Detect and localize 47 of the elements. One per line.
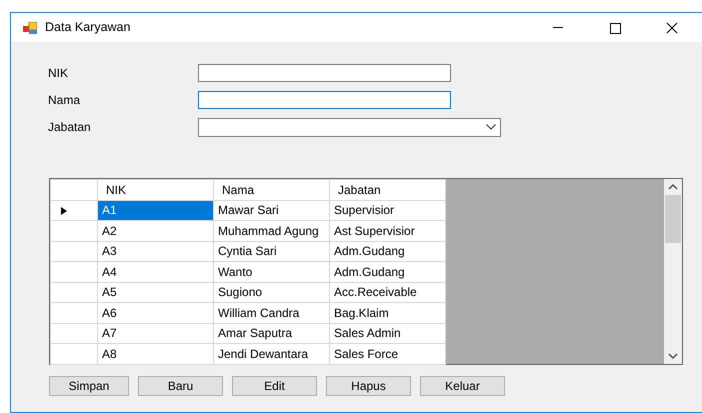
- close-icon: [666, 22, 678, 34]
- field-label: Nama: [48, 92, 82, 109]
- table-cell[interactable]: Sugiono: [214, 282, 330, 302]
- table-cell[interactable]: A7: [98, 323, 214, 344]
- table-cell[interactable]: A2: [98, 220, 214, 241]
- table-cell[interactable]: Acc.Receivable: [330, 282, 446, 302]
- table-cell[interactable]: Supervisior: [330, 200, 446, 220]
- current-row-icon: [61, 207, 67, 216]
- table-cell[interactable]: A3: [98, 241, 214, 262]
- form-button[interactable]: Hapus: [326, 376, 411, 396]
- table-cell[interactable]: Sales Force: [330, 344, 446, 364]
- vertical-scrollbar[interactable]: [664, 179, 682, 364]
- form-button[interactable]: Simpan: [49, 376, 129, 396]
- column-header: Jabatan: [330, 180, 446, 200]
- column-header: NIK: [98, 180, 214, 200]
- table-cell[interactable]: Bag.Klaim: [330, 302, 446, 323]
- table-cell[interactable]: Wanto: [214, 262, 330, 282]
- form-button[interactable]: Keluar: [420, 376, 505, 396]
- table-cell[interactable]: A5: [98, 282, 214, 302]
- table-cell[interactable]: A6: [98, 302, 214, 323]
- table-cell[interactable]: Mawar Sari: [214, 200, 330, 220]
- table-cell[interactable]: William Candra: [214, 302, 330, 323]
- scroll-thumb[interactable]: [665, 195, 681, 243]
- field-label: Jabatan: [48, 119, 92, 136]
- table-cell[interactable]: Adm.Gudang: [330, 262, 446, 282]
- form-button[interactable]: Baru: [138, 376, 223, 396]
- table-cell[interactable]: Muhammad Agung: [214, 220, 330, 241]
- table-cell[interactable]: A1: [98, 200, 214, 220]
- maximize-icon: [609, 22, 621, 34]
- table-cell[interactable]: A8: [98, 344, 214, 364]
- table-cell[interactable]: Adm.Gudang: [330, 241, 446, 262]
- window-title: Data Karyawan: [45, 19, 130, 36]
- field-label: NIK: [48, 65, 70, 82]
- form-button[interactable]: Edit: [232, 376, 317, 396]
- app-icon: [23, 22, 37, 34]
- chevron-down-icon: [486, 124, 496, 130]
- column-header: Nama: [214, 180, 330, 200]
- jabatan-dropdown[interactable]: [198, 118, 501, 136]
- table-cell[interactable]: Sales Admin: [330, 323, 446, 344]
- table-cell[interactable]: Amar Saputra: [214, 323, 330, 344]
- table-cell[interactable]: Cyntia Sari: [214, 241, 330, 262]
- table-cell[interactable]: Jendi Dewantara: [214, 344, 330, 364]
- input-field[interactable]: [198, 91, 451, 109]
- minimize-icon: [553, 27, 563, 28]
- table-cell[interactable]: Ast Supervisior: [330, 220, 446, 241]
- input-field[interactable]: [198, 64, 451, 82]
- table-cell[interactable]: A4: [98, 262, 214, 282]
